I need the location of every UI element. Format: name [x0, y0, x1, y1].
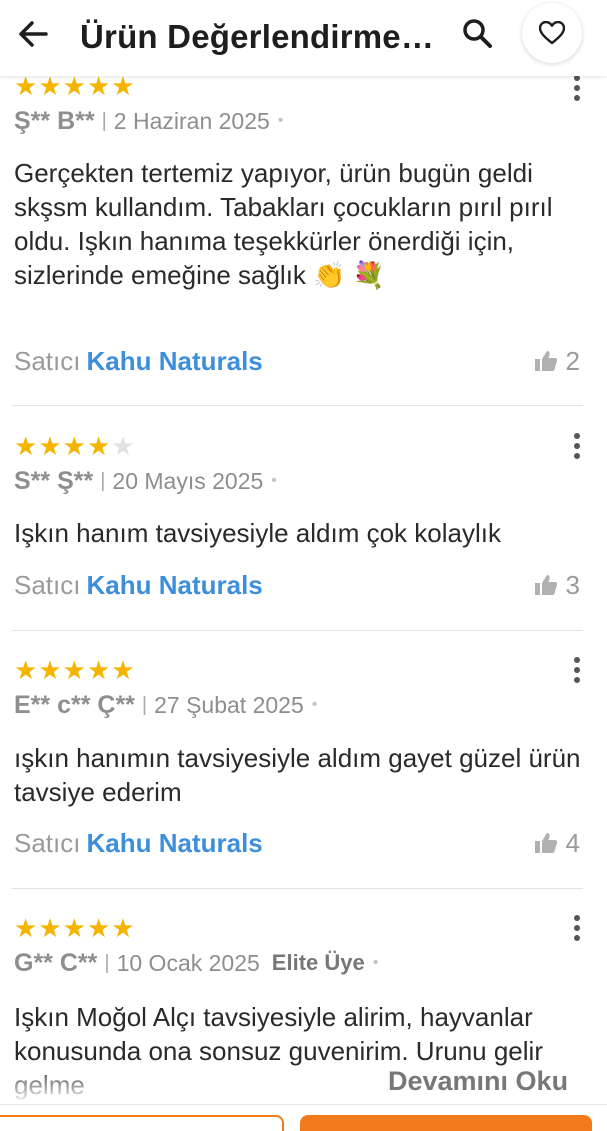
seller-line: Satıcı Kahu Naturals: [14, 570, 263, 601]
seller-link[interactable]: Kahu Naturals: [86, 346, 262, 376]
secondary-action-button[interactable]: [0, 1115, 284, 1131]
star-icon: ★: [111, 655, 135, 685]
seller-line: Satıcı Kahu Naturals: [14, 828, 263, 859]
star-icon: ★: [14, 71, 38, 101]
review-date: 27 Şubat 2025: [154, 691, 304, 718]
seller-link[interactable]: Kahu Naturals: [86, 570, 262, 600]
like-button[interactable]: 2: [534, 346, 580, 376]
star-icon: ★: [111, 913, 135, 943]
review-meta: E** c** Ç** | 27 Şubat 2025 •: [14, 690, 317, 720]
more-vertical-icon[interactable]: [566, 656, 588, 686]
star-icon: ★: [14, 913, 38, 943]
review-author: Ş** B**: [14, 106, 95, 135]
meta-separator: |: [101, 109, 107, 132]
review-date: 20 Mayıs 2025: [112, 467, 264, 494]
elite-badge: Elite Üye: [271, 950, 365, 975]
review-author: G** C**: [14, 948, 98, 977]
star-icon: ★: [86, 431, 111, 461]
primary-action-button[interactable]: [300, 1115, 592, 1131]
review-date: 2 Haziran 2025: [113, 107, 270, 134]
more-vertical-icon[interactable]: [566, 432, 588, 462]
favorite-button[interactable]: [522, 3, 582, 63]
meta-dot: •: [277, 112, 284, 129]
like-button[interactable]: 4: [534, 828, 580, 858]
star-rating: ★ ★ ★ ★ ★: [14, 71, 135, 101]
like-count: 2: [565, 345, 580, 376]
like-count: 4: [565, 827, 580, 858]
more-vertical-icon[interactable]: [566, 914, 588, 944]
meta-dot: •: [311, 696, 318, 713]
review-author: E** c** Ç**: [14, 690, 135, 719]
star-icon: ★: [62, 71, 86, 101]
like-button[interactable]: 3: [534, 570, 580, 600]
divider: [12, 630, 583, 631]
review-meta: Ş** B** | 2 Haziran 2025 •: [14, 106, 283, 136]
star-icon: ★: [38, 655, 62, 685]
meta-dot: •: [372, 954, 379, 971]
thumbs-up-icon: [534, 575, 557, 595]
seller-label: Satıcı: [14, 828, 81, 858]
review-text: Işkın hanım tavsiyesiyle aldım çok kolay…: [14, 518, 501, 548]
page-title: Ürün Değerlendirmeleri: [80, 18, 440, 55]
meta-separator: |: [141, 693, 148, 716]
star-icon: ★: [86, 913, 111, 943]
meta-separator: |: [100, 469, 106, 492]
meta-separator: |: [104, 951, 110, 974]
star-icon: ★: [38, 431, 62, 461]
review-text: Gerçekten tertemiz yapıyor, ürün bugün g…: [14, 158, 553, 290]
seller-line: Satıcı Kahu Naturals: [14, 346, 263, 377]
star-rating: ★ ★ ★ ★ ★: [14, 431, 135, 461]
seller-label: Satıcı: [14, 346, 81, 376]
star-icon: ★: [62, 431, 86, 461]
divider: [12, 888, 583, 889]
bottom-action-bar: [0, 1104, 607, 1131]
review-text: ışkın hanımın tavsiyesiyle aldım gayet g…: [14, 743, 581, 807]
more-vertical-icon[interactable]: [566, 74, 588, 104]
read-more-link[interactable]: Devamını Oku: [380, 1066, 569, 1097]
top-app-bar: Ürün Değerlendirmeleri: [0, 0, 607, 76]
review-author: S** Ş**: [14, 466, 94, 495]
star-icon: ★: [111, 71, 135, 101]
review-meta: G** C** | 10 Ocak 2025 Elite Üye •: [14, 948, 378, 978]
star-icon: ★: [86, 71, 111, 101]
star-rating: ★ ★ ★ ★ ★: [14, 655, 135, 685]
star-rating: ★ ★ ★ ★ ★: [14, 913, 135, 943]
search-icon[interactable]: [458, 14, 498, 54]
star-icon: ★: [86, 655, 111, 685]
star-icon: ★: [14, 655, 38, 685]
heart-icon: [539, 21, 565, 45]
star-icon: ★: [38, 913, 62, 943]
seller-link[interactable]: Kahu Naturals: [86, 828, 262, 858]
star-icon: ★: [111, 431, 135, 461]
thumbs-up-icon: [534, 351, 557, 371]
review-date: 10 Ocak 2025: [116, 949, 260, 976]
back-arrow-icon[interactable]: [14, 16, 54, 52]
review-meta: S** Ş** | 20 Mayıs 2025 •: [14, 466, 277, 496]
like-count: 3: [565, 569, 580, 600]
seller-label: Satıcı: [14, 570, 81, 600]
star-icon: ★: [14, 431, 38, 461]
meta-dot: •: [271, 472, 277, 489]
divider: [12, 405, 583, 406]
star-icon: ★: [38, 71, 62, 101]
star-icon: ★: [62, 655, 86, 685]
star-icon: ★: [62, 913, 86, 943]
thumbs-up-icon: [534, 833, 557, 853]
